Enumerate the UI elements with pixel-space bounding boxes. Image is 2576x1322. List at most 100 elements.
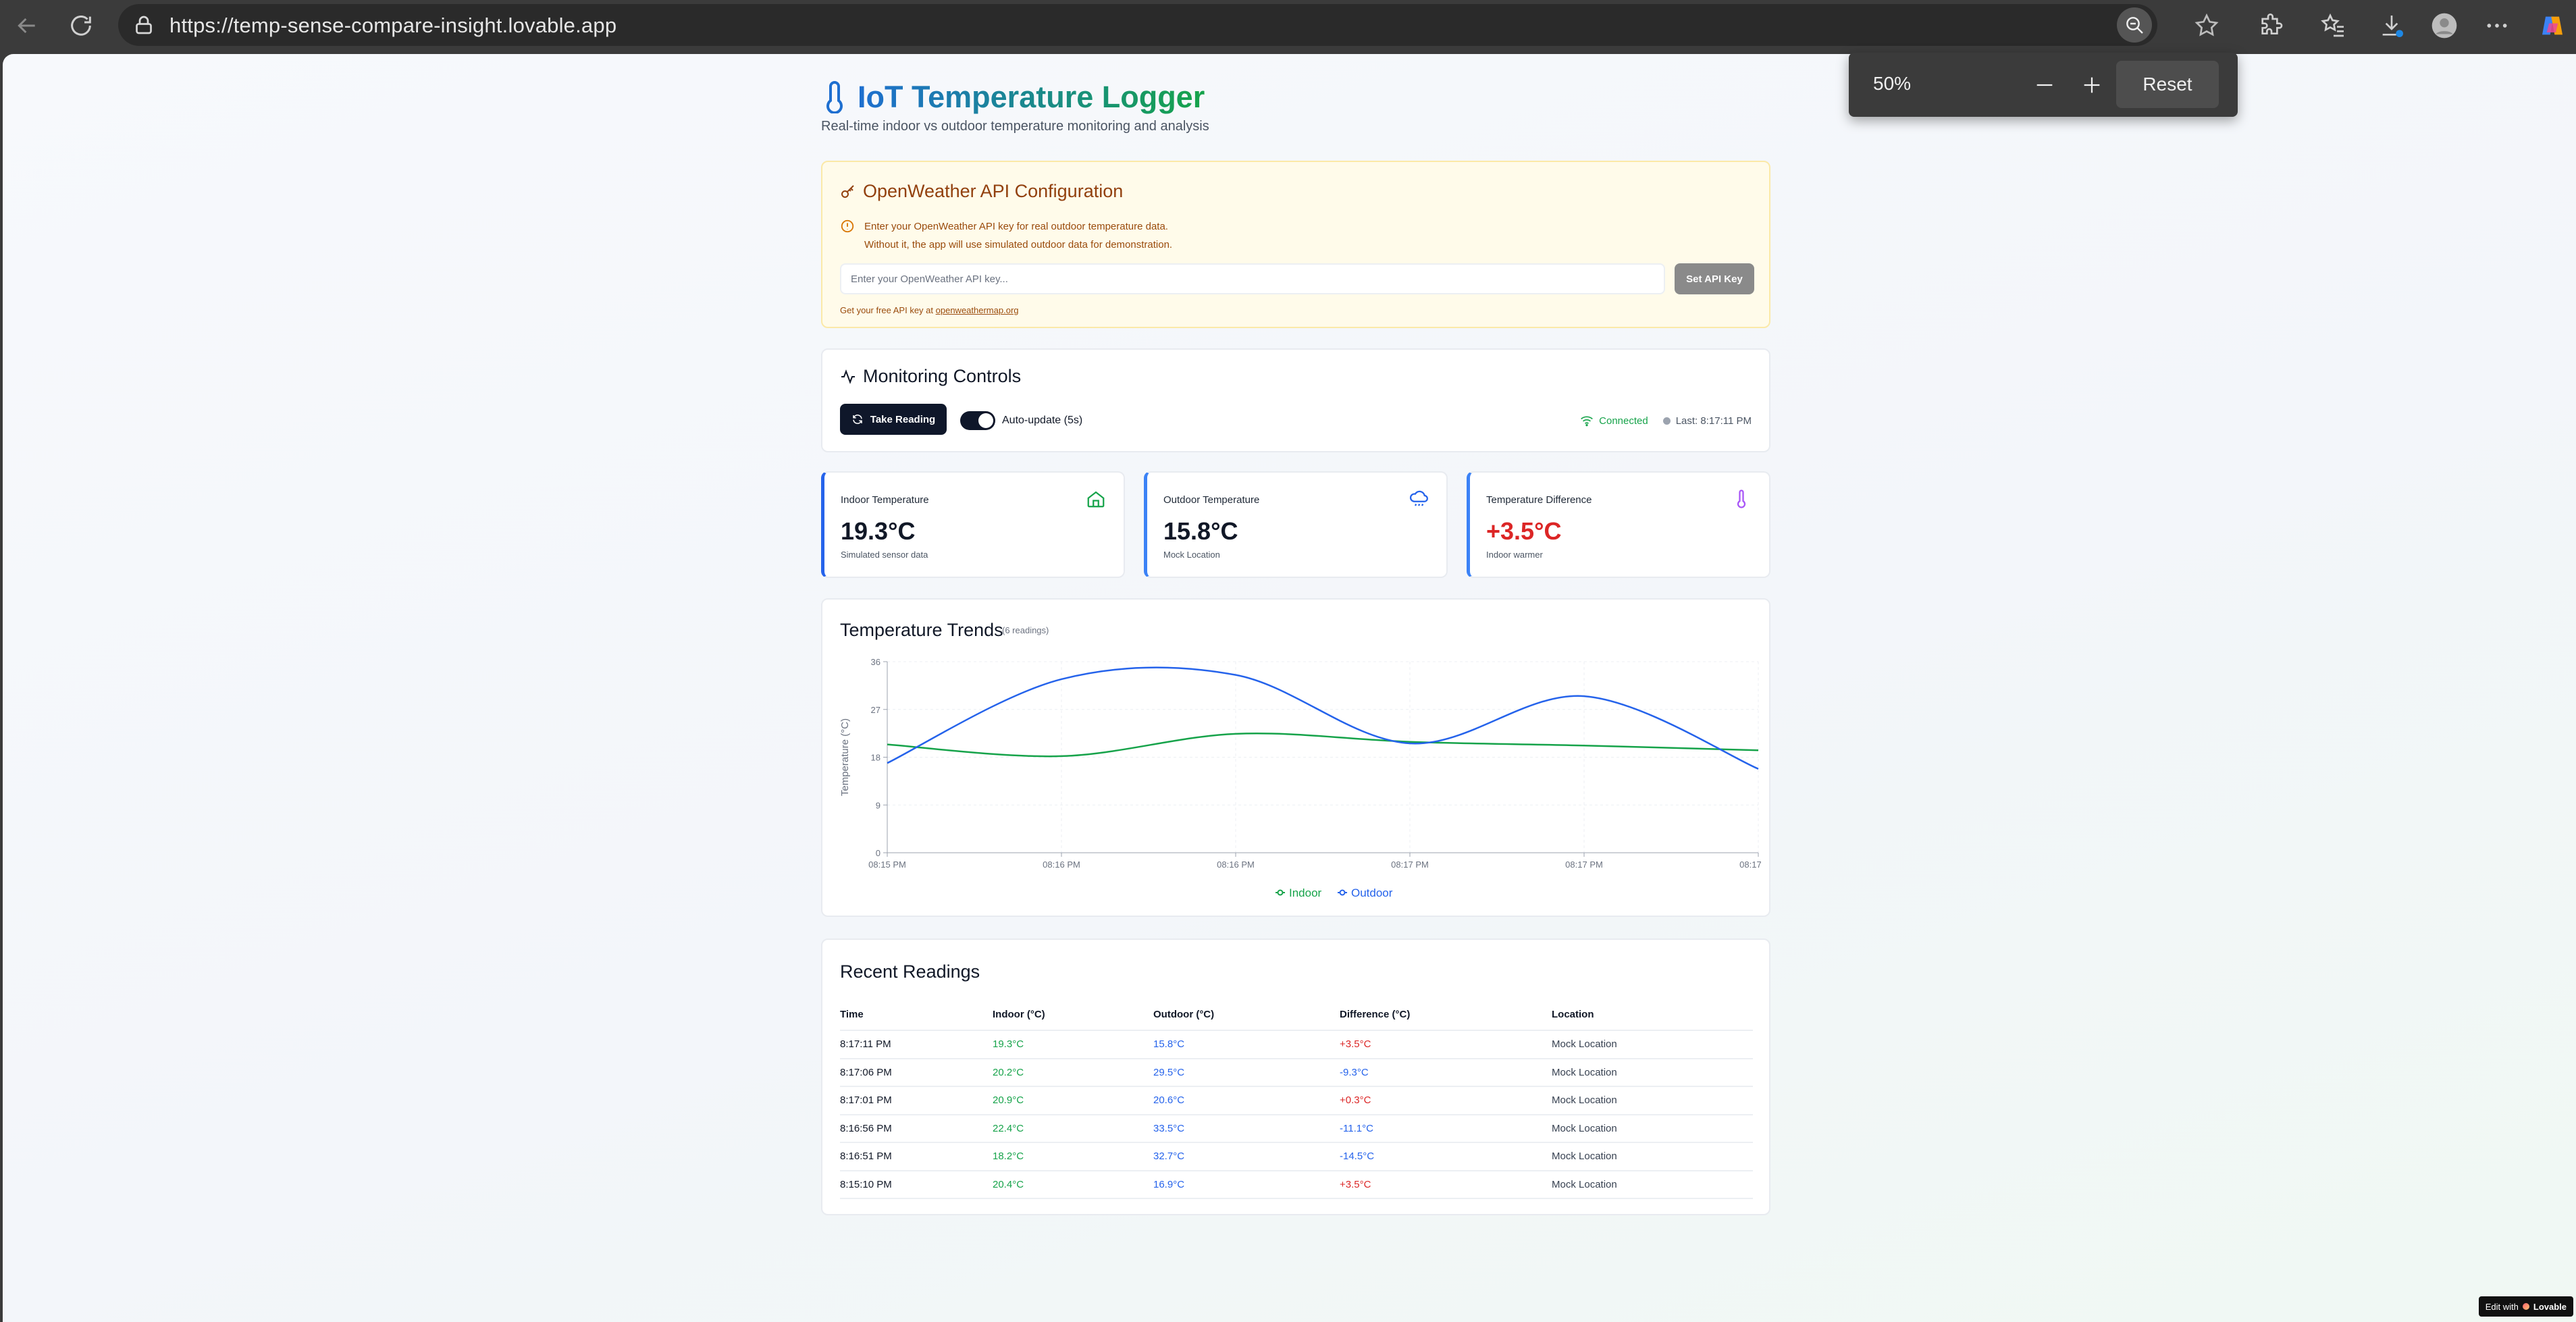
outdoor-temperature-location: Mock Location bbox=[1163, 550, 1220, 560]
col-header-time: Time bbox=[840, 999, 993, 1031]
cell-difference: -11.1°C bbox=[1340, 1114, 1552, 1143]
x-tick-label: 08:17 PM bbox=[1565, 860, 1603, 870]
zoom-indicator-button[interactable] bbox=[2117, 7, 2152, 43]
download-icon bbox=[2382, 16, 2403, 37]
cell-difference: +3.5°C bbox=[1340, 1170, 1552, 1199]
address-bar[interactable]: https://temp-sense-compare-insight.lovab… bbox=[118, 4, 2157, 46]
cell-location: Mock Location bbox=[1552, 1114, 1753, 1143]
y-tick-label: 0 bbox=[876, 848, 880, 858]
api-key-input[interactable] bbox=[840, 263, 1665, 294]
api-config-title-text: OpenWeather API Configuration bbox=[863, 181, 1124, 201]
page-title: IoT Temperature Logger bbox=[821, 80, 1205, 115]
home-icon bbox=[1087, 491, 1105, 508]
favorite-star-button[interactable] bbox=[2188, 7, 2226, 45]
x-tick-label: 08:17 PM bbox=[1391, 860, 1429, 870]
cloud-rain-icon bbox=[1409, 490, 1428, 506]
puzzle-icon bbox=[2261, 14, 2283, 34]
api-info-alert: Enter your OpenWeather API key for real … bbox=[840, 217, 1172, 254]
zoom-reset-button[interactable]: Reset bbox=[2116, 61, 2219, 108]
indoor-temperature-source: Simulated sensor data bbox=[841, 550, 928, 560]
page-viewport: IoT Temperature Logger Real-time indoor … bbox=[3, 54, 2576, 1322]
copilot-icon bbox=[2542, 16, 2562, 35]
temperature-difference-value: +3.5°C bbox=[1486, 517, 1562, 545]
cell-outdoor: 33.5°C bbox=[1153, 1114, 1340, 1143]
edit-with-lovable-badge[interactable]: Edit with Lovable bbox=[2478, 1296, 2573, 1317]
table-row: 8:15:10 PM 20.4°C 16.9°C +3.5°C Mock Loc… bbox=[840, 1170, 1753, 1199]
cell-time: 8:17:11 PM bbox=[840, 1030, 993, 1059]
more-dots-icon bbox=[2487, 24, 2507, 28]
url-text: https://temp-sense-compare-insight.lovab… bbox=[169, 14, 617, 37]
toggle-knob bbox=[978, 413, 993, 428]
api-hint-text: Get your free API key at bbox=[840, 305, 934, 315]
auto-update-toggle[interactable] bbox=[960, 411, 995, 430]
y-tick-label: 36 bbox=[871, 657, 880, 667]
key-icon bbox=[841, 184, 854, 198]
copilot-button[interactable] bbox=[2533, 7, 2571, 45]
table-row: 8:16:56 PM 22.4°C 33.5°C -11.1°C Mock Lo… bbox=[840, 1114, 1753, 1143]
cell-indoor: 20.9°C bbox=[993, 1086, 1153, 1115]
indoor-temperature-value: 19.3°C bbox=[841, 517, 916, 545]
take-reading-button[interactable]: Take Reading bbox=[840, 404, 947, 435]
last-update: Last: 8:17:11 PM bbox=[1662, 415, 1752, 427]
readings-table-body: 8:17:11 PM 19.3°C 15.8°C +3.5°C Mock Loc… bbox=[840, 1030, 1753, 1199]
cell-location: Mock Location bbox=[1552, 1058, 1753, 1087]
recent-readings-title: Recent Readings bbox=[840, 961, 980, 982]
page-subtitle: Real-time indoor vs outdoor temperature … bbox=[821, 119, 1209, 134]
monitoring-controls-card: Monitoring Controls Take Reading Auto-up… bbox=[821, 348, 1770, 452]
extensions-button[interactable] bbox=[2253, 7, 2290, 45]
zoom-level: 50% bbox=[1873, 73, 1912, 94]
temperature-trends-card: Temperature Trends (6 readings) 0 9 18 27 36… bbox=[821, 598, 1770, 917]
auto-update-label: Auto-update (5s) bbox=[1002, 415, 1083, 426]
outdoor-legend-marker bbox=[1339, 889, 1346, 896]
openweathermap-link[interactable]: openweathermap.org bbox=[936, 305, 1019, 315]
cell-time: 8:15:10 PM bbox=[840, 1170, 993, 1199]
downloads-button[interactable] bbox=[2373, 7, 2411, 45]
cell-time: 8:17:06 PM bbox=[840, 1058, 993, 1087]
cell-location: Mock Location bbox=[1552, 1142, 1753, 1171]
connected-text: Connected bbox=[1599, 415, 1648, 427]
reload-icon bbox=[71, 16, 91, 36]
badge-brand: Lovable bbox=[2533, 1301, 2567, 1312]
col-header-location: Location bbox=[1552, 999, 1753, 1031]
favorites-button[interactable] bbox=[2315, 7, 2352, 45]
profile-button[interactable] bbox=[2425, 7, 2463, 45]
outdoor-legend-label: Outdoor bbox=[1351, 887, 1393, 899]
zoom-in-button[interactable] bbox=[2074, 68, 2109, 103]
table-header-row: Time Indoor (°C) Outdoor (°C) Difference… bbox=[840, 999, 1753, 1031]
api-config-card: OpenWeather API Configuration Enter your… bbox=[821, 161, 1770, 328]
zoom-out-magnifier-icon bbox=[2126, 17, 2143, 34]
cell-outdoor: 29.5°C bbox=[1153, 1058, 1340, 1087]
alert-circle-icon bbox=[841, 219, 854, 233]
recent-readings-card: Recent Readings Time Indoor (°C) Outdoor… bbox=[821, 938, 1770, 1215]
readings-count: (6 readings) bbox=[1002, 625, 1049, 635]
cell-outdoor: 16.9°C bbox=[1153, 1170, 1340, 1199]
outdoor-temperature-card: Outdoor Temperature 15.8°C Mock Location bbox=[1144, 471, 1448, 578]
favorites-list-icon bbox=[2321, 13, 2344, 37]
set-api-key-button[interactable]: Set API Key bbox=[1675, 263, 1754, 294]
more-menu-button[interactable] bbox=[2478, 7, 2516, 45]
temperature-trends-chart: 0 9 18 27 36 08:15 PM 08:16 PM 08:16 PM 08:17 PM… bbox=[839, 657, 1761, 899]
y-axis-label: Temperature (°C) bbox=[839, 718, 851, 796]
cell-location: Mock Location bbox=[1552, 1086, 1753, 1115]
cell-difference: -9.3°C bbox=[1340, 1058, 1552, 1087]
zoom-out-button[interactable] bbox=[2027, 68, 2062, 103]
api-info-line-2: Without it, the app will use simulated o… bbox=[864, 239, 1173, 250]
refresh-icon bbox=[853, 415, 862, 424]
y-tick-label: 9 bbox=[876, 800, 880, 810]
zoom-popup: 50% Reset bbox=[1849, 53, 2238, 117]
lovable-logo-icon bbox=[2522, 1303, 2529, 1310]
indoor-legend-marker bbox=[1277, 889, 1284, 896]
indoor-temperature-card: Indoor Temperature 19.3°C Simulated sens… bbox=[821, 471, 1125, 578]
cell-time: 8:17:01 PM bbox=[840, 1086, 993, 1115]
back-button[interactable] bbox=[8, 7, 46, 45]
thermometer-icon bbox=[1737, 490, 1746, 508]
minus-icon bbox=[2036, 84, 2053, 86]
badge-prefix: Edit with bbox=[2485, 1301, 2519, 1312]
table-row: 8:17:11 PM 19.3°C 15.8°C +3.5°C Mock Loc… bbox=[840, 1030, 1753, 1059]
cell-indoor: 20.2°C bbox=[993, 1058, 1153, 1087]
connected-indicator: Connected bbox=[1580, 415, 1648, 427]
x-tick-label: 08:16 PM bbox=[1217, 860, 1255, 870]
table-row: 8:17:01 PM 20.9°C 20.6°C +0.3°C Mock Loc… bbox=[840, 1086, 1753, 1115]
reload-button[interactable] bbox=[62, 7, 100, 45]
col-header-difference: Difference (°C) bbox=[1340, 999, 1552, 1031]
